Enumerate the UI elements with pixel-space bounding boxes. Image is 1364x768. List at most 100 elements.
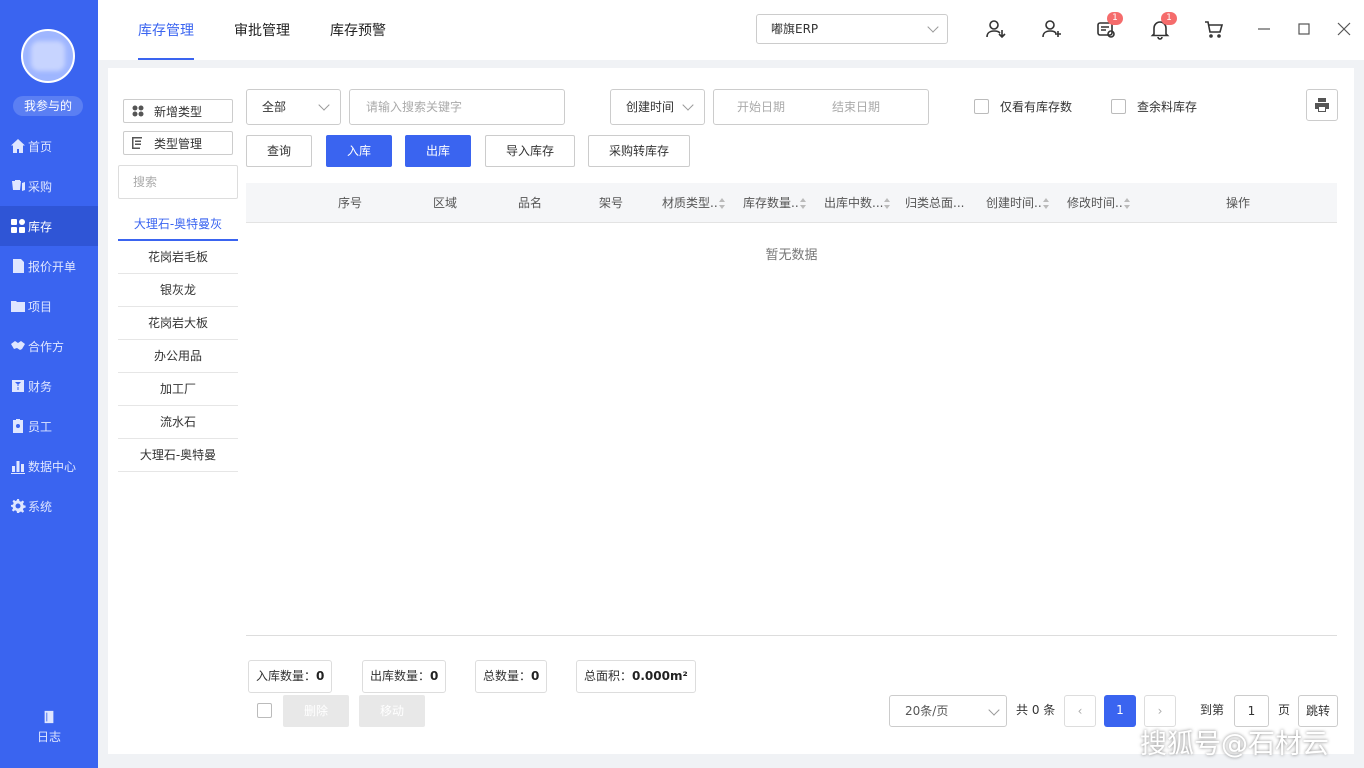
sidebar-item-label: 采购	[28, 179, 53, 194]
manage-type-label: 类型管理	[154, 136, 203, 151]
delete-button[interactable]: 删除	[283, 695, 349, 727]
start-date-input[interactable]: 开始日期	[737, 90, 785, 124]
stock-out-count: 出库数量：0	[362, 660, 447, 693]
manage-type-button[interactable]: 类型管理	[123, 131, 233, 155]
stat-value: 0	[430, 669, 439, 683]
sidebar-item-partner[interactable]: 合作方	[0, 326, 98, 366]
log-button[interactable]: 日志	[0, 710, 98, 745]
close-button[interactable]	[1335, 20, 1353, 38]
stat-value: 0	[316, 669, 325, 683]
stock-in-count: 入库数量：0	[248, 660, 333, 693]
maximize-button[interactable]	[1295, 20, 1313, 38]
category-item[interactable]: 银灰龙	[118, 274, 238, 307]
add-user-button[interactable]	[1041, 18, 1063, 40]
stock-in-button[interactable]: 入库	[326, 135, 392, 167]
only-stock-checkbox[interactable]	[974, 99, 989, 114]
sortable-column-header[interactable]: 库存数量..	[743, 183, 807, 223]
avatar[interactable]	[21, 29, 75, 83]
chevron-down-icon	[682, 99, 694, 111]
user-download-button[interactable]	[985, 18, 1007, 40]
sidebar-item-label: 数据中心	[28, 459, 77, 474]
page-number-current[interactable]: 1	[1104, 695, 1136, 727]
stat-label: 入库数量：	[256, 669, 317, 683]
stock-out-button[interactable]: 出库	[405, 135, 471, 167]
query-button[interactable]: 查询	[246, 135, 312, 167]
handshake-icon	[11, 341, 25, 350]
leftover-checkbox[interactable]	[1111, 99, 1126, 114]
import-stock-button[interactable]: 导入库存	[485, 135, 575, 167]
grid-icon	[11, 219, 25, 233]
sortable-column-header[interactable]: 修改时间..	[1067, 183, 1131, 223]
project-icon	[11, 301, 25, 312]
column-header: 区域	[433, 196, 458, 210]
gear-icon	[11, 499, 26, 513]
organization-select-value: 嘟旗ERP	[771, 22, 819, 36]
user-arrow-icon	[986, 20, 1006, 39]
tab-inventory-management[interactable]: 库存管理	[138, 20, 194, 60]
sidebar-item-staff[interactable]: 员工	[0, 406, 98, 446]
chevron-down-icon	[927, 21, 939, 33]
move-button[interactable]: 移动	[359, 695, 425, 727]
end-date-input[interactable]: 结束日期	[832, 90, 880, 124]
stat-label: 总数量：	[483, 669, 532, 683]
sortable-column-header[interactable]: 材质类型..	[662, 183, 726, 223]
category-icon	[132, 105, 144, 117]
column-header: 序号	[338, 196, 363, 210]
purchase-to-stock-button[interactable]: 采购转库存	[588, 135, 690, 167]
stat-value: 0.000m²	[632, 669, 688, 683]
add-type-label: 新增类型	[154, 104, 203, 119]
my-participation-button[interactable]: 我参与的	[13, 96, 83, 116]
category-item[interactable]: 花岗岩大板	[118, 307, 238, 340]
select-all-checkbox[interactable]	[257, 703, 272, 718]
sidebar-item-label: 项目	[28, 299, 53, 314]
sidebar-item-project[interactable]: 项目	[0, 286, 98, 326]
sort-icon	[1123, 197, 1131, 210]
keyword-search-input[interactable]: 请输入搜索关键字	[349, 89, 565, 125]
category-search-input[interactable]: 搜索	[118, 165, 238, 199]
page-size-select[interactable]: 20条/页	[889, 695, 1007, 727]
category-item[interactable]: 流水石	[118, 406, 238, 439]
time-field-select[interactable]: 创建时间	[610, 89, 705, 125]
column-header-label: 修改时间..	[1067, 196, 1123, 210]
sort-icon	[718, 197, 726, 210]
sidebar-item-finance[interactable]: 财务	[0, 366, 98, 406]
sidebar-item-home[interactable]: 首页	[0, 126, 98, 166]
only-stock-label: 仅看有库存数	[1000, 100, 1073, 114]
chart-icon	[11, 461, 25, 474]
sidebar-item-label: 财务	[28, 379, 53, 394]
chevron-right-icon: ›	[1157, 704, 1163, 718]
sidebar-item-label: 系统	[28, 499, 53, 514]
message-button[interactable]: 1	[1095, 12, 1123, 40]
prev-page-button[interactable]: ‹	[1064, 695, 1096, 727]
organization-select[interactable]: 嘟旗ERP	[756, 14, 948, 44]
tab-inventory-warning[interactable]: 库存预警	[330, 20, 386, 60]
category-item[interactable]: 大理石-奥特曼灰	[118, 208, 238, 241]
category-item[interactable]: 办公用品	[118, 340, 238, 373]
main-panel	[108, 68, 1354, 754]
cart-button[interactable]	[1203, 18, 1225, 40]
sidebar-item-purchase[interactable]: 采购	[0, 166, 98, 206]
date-range-picker[interactable]: 开始日期 结束日期	[713, 89, 929, 125]
print-button[interactable]	[1306, 89, 1338, 121]
category-item[interactable]: 加工厂	[118, 373, 238, 406]
sidebar-item-data-center[interactable]: 数据中心	[0, 446, 98, 486]
add-type-button[interactable]: 新增类型	[123, 99, 233, 123]
category-item[interactable]: 大理石-奥特曼	[118, 439, 238, 472]
maximize-icon	[1298, 23, 1310, 35]
sidebar-item-quote[interactable]: 报价开单	[0, 246, 98, 286]
sidebar-item-label: 首页	[28, 139, 53, 154]
minimize-button[interactable]	[1255, 20, 1273, 38]
sidebar-item-system[interactable]: 系统	[0, 486, 98, 526]
table-header: 序号 区域 品名 架号 材质类型.. 库存数量.. 出库中数... 归类总面..…	[246, 183, 1337, 223]
tab-approval-management[interactable]: 审批管理	[234, 20, 290, 60]
total-area: 总面积：0.000m²	[576, 660, 696, 693]
sidebar-item-inventory[interactable]: 库存	[0, 206, 98, 246]
sortable-column-header[interactable]: 创建时间..	[986, 183, 1050, 223]
close-icon	[1337, 22, 1351, 36]
sortable-column-header[interactable]: 出库中数...	[824, 183, 891, 223]
category-item[interactable]: 花岗岩毛板	[118, 241, 238, 274]
cart-icon	[1205, 21, 1224, 38]
scope-select[interactable]: 全部	[246, 89, 341, 125]
chevron-down-icon	[318, 99, 330, 111]
notification-button[interactable]: 1	[1149, 12, 1177, 40]
